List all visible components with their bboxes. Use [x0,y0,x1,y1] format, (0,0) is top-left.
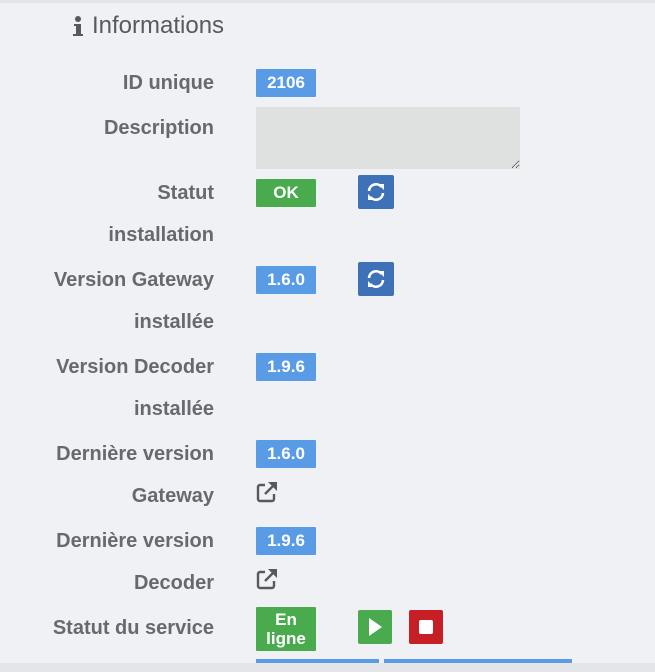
refresh-gateway-button[interactable] [358,262,394,296]
statut-service-badge: En ligne [256,607,316,651]
statut-service-value-line1: En [275,610,297,629]
version-gateway-label-line1: Version Gateway [53,269,214,291]
refresh-icon [367,270,385,288]
play-icon [369,618,382,636]
statut-service-value-line2: ligne [266,629,306,648]
description-label: Description [103,117,214,139]
refresh-installation-button[interactable] [358,175,394,209]
id-unique-badge: 2106 [256,69,316,97]
external-link-gateway[interactable] [255,480,279,504]
external-link-decoder[interactable] [255,567,279,591]
section-title-text: Informations [92,12,225,39]
derniere-decoder-label-line1: Dernière version [56,530,214,552]
derniere-gateway-label-line2: Gateway [131,485,214,507]
section-title: Informations [72,10,224,42]
external-link-icon [256,482,277,503]
version-decoder-label-line2: installée [133,398,214,420]
version-gateway-badge: 1.6.0 [256,266,316,294]
stop-service-button[interactable] [409,610,443,644]
top-divider [0,0,655,3]
external-link-icon [256,569,277,590]
statut-installation-badge: OK [256,179,316,207]
bottom-divider [0,663,655,672]
stop-icon [419,620,433,634]
refresh-icon [367,183,385,201]
start-service-button[interactable] [358,610,392,644]
id-unique-label: ID unique [122,72,214,94]
version-decoder-label-line1: Version Decoder [56,356,214,378]
version-decoder-badge: 1.9.6 [256,353,316,381]
derniere-decoder-badge: 1.9.6 [256,527,316,555]
statut-installation-label-line1: Statut [157,182,214,204]
description-textarea[interactable] [256,107,520,169]
derniere-gateway-label-line1: Dernière version [56,443,214,465]
derniere-gateway-badge: 1.6.0 [256,440,316,468]
info-icon [72,14,84,38]
derniere-decoder-label-line2: Decoder [133,572,214,594]
informations-panel: Informations ID unique 2106 Description … [0,0,655,672]
version-gateway-label-line2: installée [133,311,214,333]
statut-service-label: Statut du service [52,617,214,639]
statut-installation-label-line2: installation [108,224,214,246]
